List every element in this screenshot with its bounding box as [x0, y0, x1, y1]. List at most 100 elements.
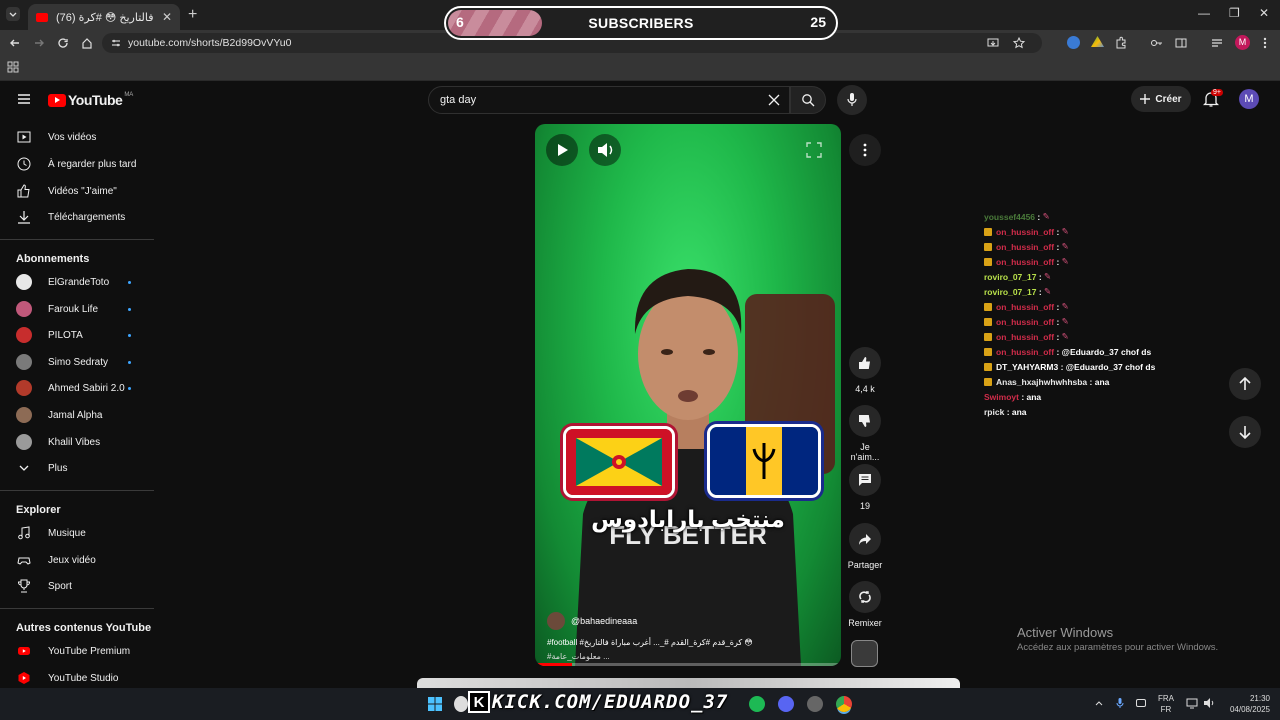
sidebar-subscription-item[interactable]: Khalil Vibes: [0, 429, 154, 455]
sidebar-subscription-item[interactable]: Farouk Life: [0, 296, 154, 322]
clear-search-icon[interactable]: [768, 94, 780, 106]
chat-emote-icon: ✎: [1061, 226, 1069, 236]
next-short-button[interactable]: [1229, 416, 1261, 448]
dislike-button[interactable]: Je n'aim...: [845, 405, 885, 462]
sidebar-item-downloads[interactable]: Téléchargements: [0, 204, 154, 230]
sidebar-item-your-videos[interactable]: Vos vidéos: [0, 124, 154, 150]
install-app-icon[interactable]: [986, 36, 1000, 50]
sidebar-item-more[interactable]: Plus: [0, 455, 154, 481]
sidebar-item-watch-later[interactable]: À regarder plus tard: [0, 151, 154, 177]
sidebar-item-youtube-premium[interactable]: YouTube Premium: [0, 638, 154, 664]
search-button[interactable]: [790, 86, 826, 114]
chat-username: on_hussin_off: [996, 316, 1055, 327]
sidebar-subscription-item[interactable]: Simo Sedraty: [0, 349, 154, 375]
previous-short-button[interactable]: [1229, 368, 1261, 400]
remix-button[interactable]: Remixer: [845, 581, 885, 628]
maximize-button[interactable]: ❐: [1229, 6, 1240, 20]
short-video-player[interactable]: FLY BETTER منتخب بارابادوس @bahaedineaaa…: [535, 124, 841, 666]
chat-text: ana: [1094, 376, 1110, 387]
search-taskbar-icon[interactable]: [454, 696, 468, 712]
like-button[interactable]: 4,4 k: [845, 347, 885, 394]
close-tab-icon[interactable]: ✕: [162, 10, 172, 24]
sidebar-item-music[interactable]: Musique: [0, 520, 154, 546]
chevron-up-icon[interactable]: [1094, 698, 1104, 708]
play-button[interactable]: [546, 134, 578, 166]
video-description-more[interactable]: #معلومات_عامة ...: [547, 652, 610, 661]
video-description[interactable]: #football #كرة_قدم #كرة_القدم #_... أغرب…: [547, 638, 753, 647]
sidebar-subscription-item[interactable]: Jamal Alpha: [0, 402, 154, 428]
channel-avatar[interactable]: [547, 612, 565, 630]
side-panel-icon[interactable]: [1174, 36, 1188, 50]
close-window-button[interactable]: ✕: [1259, 6, 1269, 20]
more-options-button[interactable]: [849, 134, 881, 166]
sidebar-item-liked-videos[interactable]: Vidéos "J'aime": [0, 178, 154, 204]
activate-windows-subtitle: Accédez aux paramètres pour activer Wind…: [1017, 642, 1219, 653]
channel-row[interactable]: @bahaedineaaa: [547, 612, 637, 630]
create-button[interactable]: Créer: [1131, 86, 1191, 112]
dislike-label: Je n'aim...: [850, 442, 880, 462]
sidebar-item-sport[interactable]: Sport: [0, 573, 154, 599]
back-arrow-icon[interactable]: [8, 36, 22, 50]
windows-start-icon[interactable]: [428, 697, 442, 711]
system-clock[interactable]: 21:30 04/08/2025: [1222, 693, 1270, 715]
new-tab-button[interactable]: +: [188, 6, 197, 24]
sidebar-item-gaming[interactable]: Jeux vidéo: [0, 547, 154, 573]
arrow-up-icon: [1239, 376, 1251, 390]
microphone-tray-icon[interactable]: [1115, 697, 1125, 709]
comments-button[interactable]: 19: [845, 464, 885, 511]
new-content-dot: [128, 333, 131, 337]
hamburger-menu-icon[interactable]: [17, 92, 31, 106]
home-icon[interactable]: [80, 36, 94, 50]
bookmark-star-icon[interactable]: [1012, 36, 1026, 50]
volume-button[interactable]: [589, 134, 621, 166]
chat-message: Swimoyt : ana: [984, 389, 1184, 404]
drive-extension-icon[interactable]: [1091, 36, 1104, 48]
fullscreen-icon[interactable]: [806, 142, 822, 158]
chrome-icon[interactable]: [836, 696, 852, 712]
chat-message: roviro_07_17 : ✎: [984, 284, 1184, 299]
language-indicator[interactable]: FRA FR: [1158, 693, 1174, 715]
apps-grid-icon[interactable]: [7, 61, 19, 73]
share-button[interactable]: Partager: [845, 523, 885, 570]
reading-list-icon[interactable]: [1210, 36, 1224, 50]
new-content-dot: [128, 307, 131, 311]
spotify-icon[interactable]: [749, 696, 765, 712]
sound-thumbnail[interactable]: [851, 640, 878, 667]
browser-tab[interactable]: (76) أغرب مباراة فالتاريخ 😳 #كرة... ✕: [28, 4, 180, 30]
network-icon[interactable]: [1186, 697, 1198, 709]
puzzle-icon[interactable]: [1114, 36, 1128, 50]
channel-handle[interactable]: @bahaedineaaa: [571, 616, 637, 626]
sidebar-subscription-item[interactable]: ElGrandeToto: [0, 269, 154, 295]
extension-icon[interactable]: [1067, 36, 1080, 49]
subscription-label: PILOTA: [48, 329, 83, 341]
profile-avatar[interactable]: M: [1235, 35, 1250, 50]
chat-emote-icon: ✎: [1061, 316, 1069, 326]
kebab-menu-icon[interactable]: [1260, 36, 1270, 50]
sidebar-subscription-item[interactable]: PILOTA: [0, 322, 154, 348]
keyboard-tray-icon[interactable]: [1136, 699, 1146, 707]
account-avatar[interactable]: M: [1239, 89, 1259, 109]
discord-icon[interactable]: [778, 696, 794, 712]
chat-separator: :: [1054, 316, 1062, 327]
chat-message: roviro_07_17 : ✎: [984, 269, 1184, 284]
chat-username: Anas_hxajhwhwhhsba: [996, 376, 1088, 387]
chat-username: on_hussin_off: [996, 346, 1055, 357]
youtube-play-icon: [48, 93, 66, 107]
tab-search-button[interactable]: [6, 7, 20, 21]
sidebar-subscription-item[interactable]: Ahmed Sabiri 2.0: [0, 375, 154, 401]
reload-icon[interactable]: [56, 36, 70, 50]
chat-username: rpick: [984, 406, 1005, 417]
speaker-icon[interactable]: [1203, 697, 1215, 709]
minimize-button[interactable]: —: [1198, 6, 1210, 20]
video-progress-bar[interactable]: [535, 663, 841, 666]
clock-icon: [17, 157, 31, 171]
chat-username: roviro_07_17: [984, 286, 1037, 297]
search-input[interactable]: gta day: [428, 86, 790, 114]
forward-arrow-icon[interactable]: [32, 36, 46, 50]
share-label: Partager: [847, 560, 883, 570]
key-icon[interactable]: [1150, 36, 1164, 50]
steam-icon[interactable]: [807, 696, 823, 712]
site-info-icon[interactable]: [110, 37, 122, 49]
voice-search-button[interactable]: [837, 85, 867, 115]
youtube-logo[interactable]: YouTube MA: [48, 92, 133, 108]
